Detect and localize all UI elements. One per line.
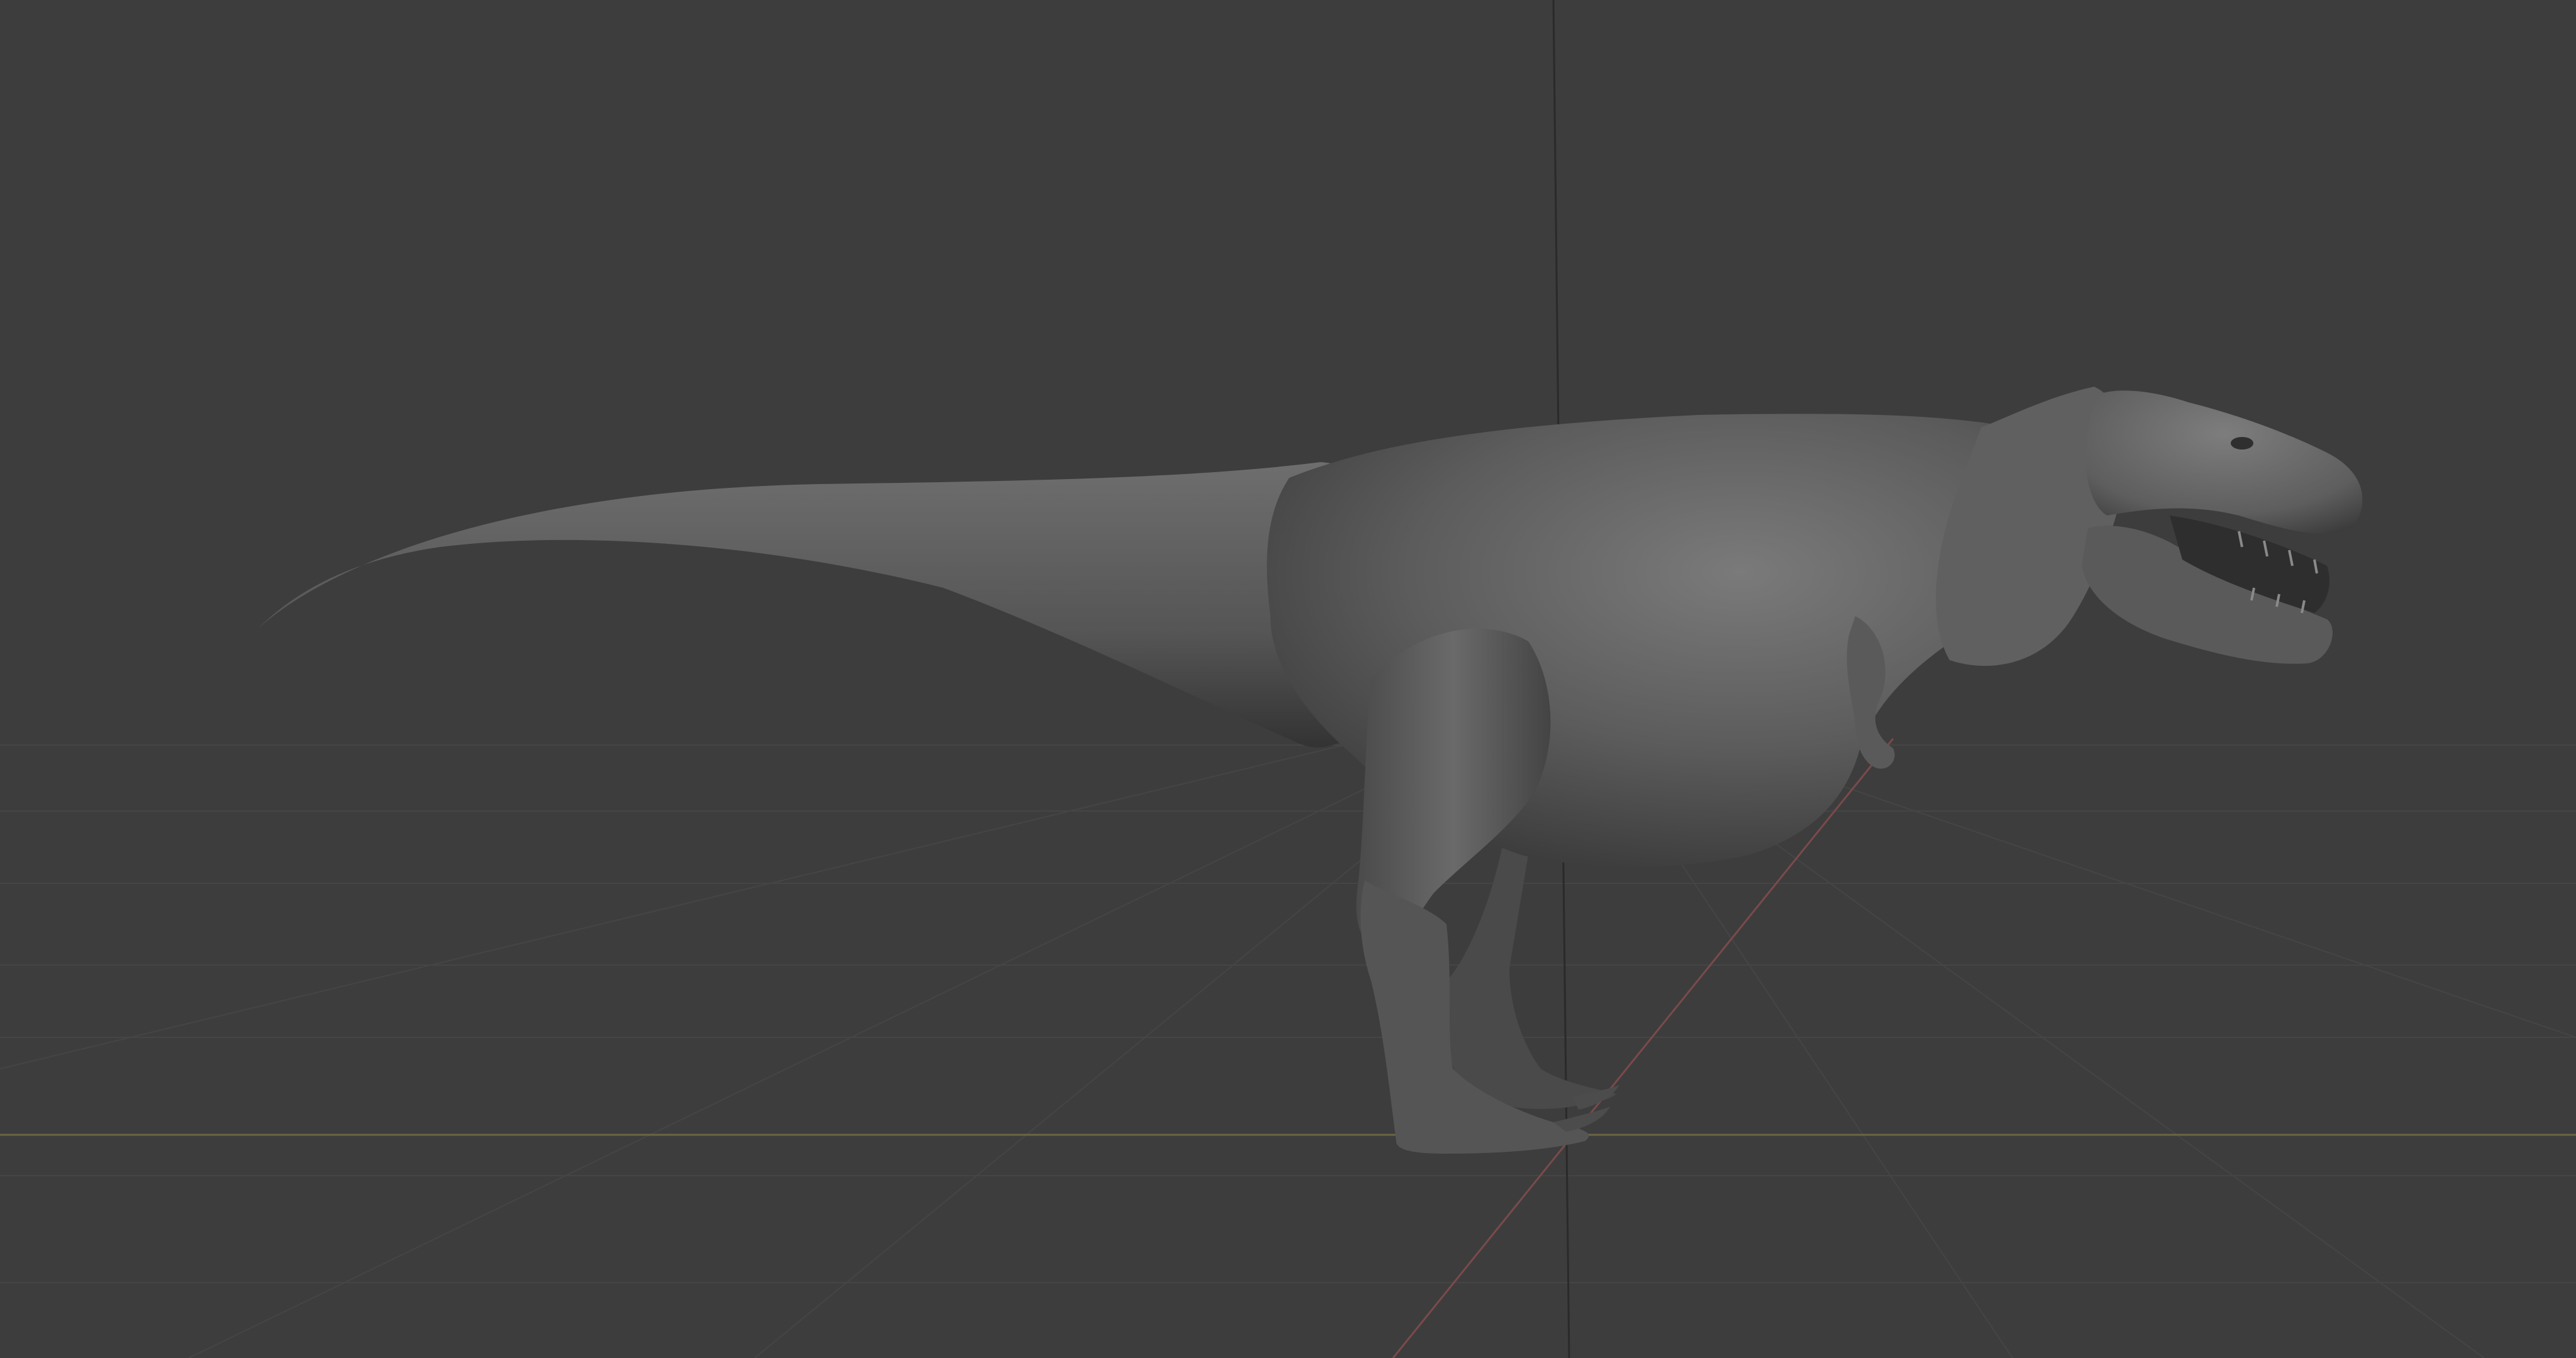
tail bbox=[258, 462, 1394, 748]
head-upper bbox=[2085, 390, 2363, 534]
eye bbox=[2231, 437, 2253, 450]
tyrannosaurus-model[interactable] bbox=[258, 387, 2363, 1154]
viewport-canvas[interactable] bbox=[0, 0, 2576, 1358]
floor-grid bbox=[0, 691, 2576, 1358]
far-leg bbox=[1444, 842, 1616, 1109]
3d-viewport[interactable] bbox=[0, 0, 2576, 1358]
